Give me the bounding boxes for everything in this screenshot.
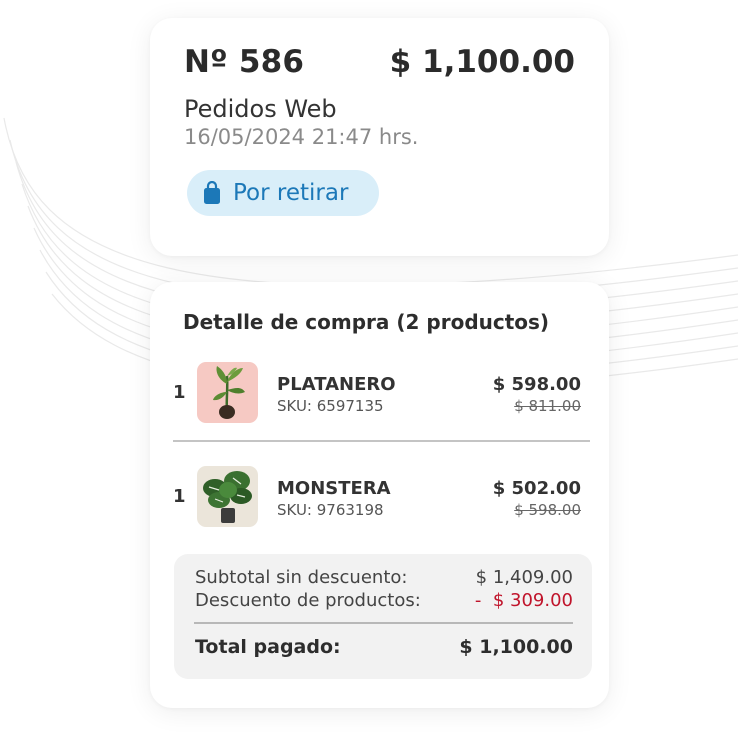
order-detail-screen: Nº 586 $ 1,100.00 Pedidos Web 16/05/2024… — [0, 0, 738, 738]
total-value: $ 1,100.00 — [459, 636, 573, 658]
product-original-price: $ 598.00 — [514, 501, 581, 519]
product-name: MONSTERA — [277, 478, 391, 499]
banana-plant-image — [197, 362, 258, 423]
order-total: $ 1,100.00 — [389, 44, 575, 80]
subtotal-line: Subtotal sin descuento: $ 1,409.00 — [195, 567, 573, 589]
product-price: $ 502.00 — [492, 478, 581, 499]
product-quantity: 1 — [173, 486, 186, 507]
product-price: $ 598.00 — [492, 374, 581, 395]
product-row[interactable]: 1 PLATANERO SKU: 6597135 $ 598.00 $ 811.… — [150, 362, 609, 426]
product-sku: SKU: 6597135 — [277, 397, 384, 415]
discount-line: Descuento de productos: - $ 309.00 — [195, 590, 573, 612]
status-badge[interactable]: Por retirar — [187, 170, 379, 216]
order-number: Nº 586 — [184, 44, 305, 80]
subtotal-value: $ 1,409.00 — [475, 567, 573, 588]
monstera-plant-image — [197, 466, 258, 527]
shopping-bag-icon — [204, 181, 220, 204]
product-original-price: $ 811.00 — [514, 397, 581, 415]
product-quantity: 1 — [173, 382, 186, 403]
order-summary-card: Nº 586 $ 1,100.00 Pedidos Web 16/05/2024… — [150, 18, 609, 256]
discount-label: Descuento de productos: — [195, 590, 421, 611]
order-channel: Pedidos Web — [184, 95, 337, 123]
order-datetime: 16/05/2024 21:47 hrs. — [184, 125, 419, 149]
total-label: Total pagado: — [195, 636, 341, 658]
summary-divider — [194, 622, 573, 624]
payment-summary: Subtotal sin descuento: $ 1,409.00 Descu… — [174, 554, 592, 679]
status-label: Por retirar — [233, 180, 349, 206]
purchase-detail-card: Detalle de compra (2 productos) 1 PLATAN… — [150, 282, 609, 708]
subtotal-label: Subtotal sin descuento: — [195, 567, 408, 588]
total-line: Total pagado: $ 1,100.00 — [195, 636, 573, 662]
product-name: PLATANERO — [277, 374, 396, 395]
purchase-detail-title: Detalle de compra (2 productos) — [183, 310, 550, 334]
product-divider — [173, 440, 590, 442]
discount-value: - $ 309.00 — [474, 590, 573, 611]
product-row[interactable]: 1 MONSTERA SKU: 9763198 $ 502.00 $ 598.0… — [150, 466, 609, 530]
product-sku: SKU: 9763198 — [277, 501, 384, 519]
